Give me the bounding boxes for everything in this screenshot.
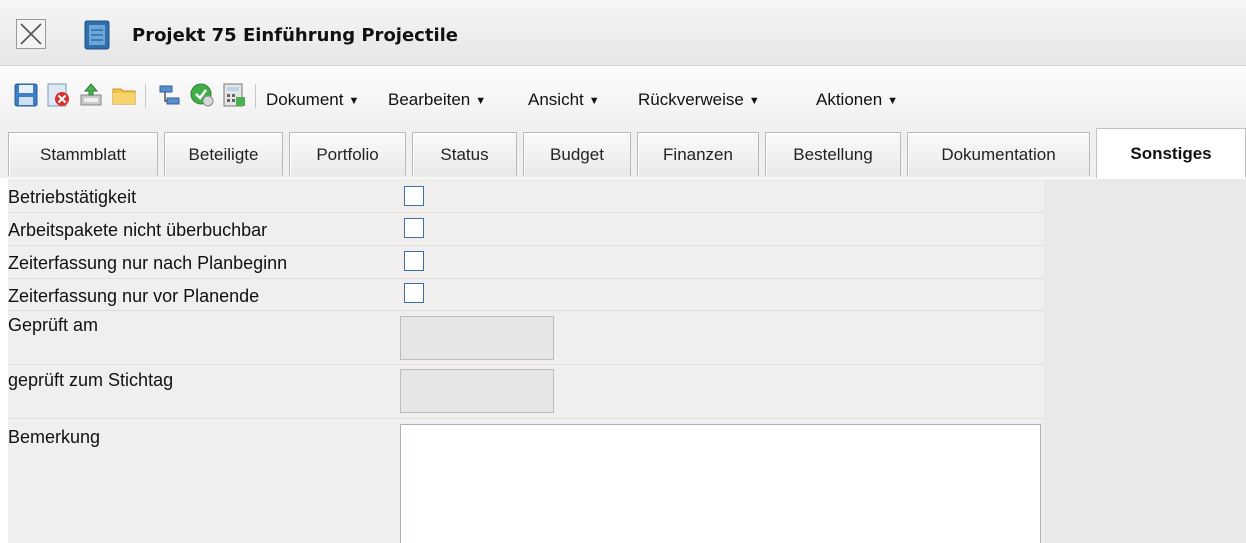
betriebstaetigkeit-label: Betriebstätigkeit: [8, 187, 137, 207]
calculator-icon[interactable]: [221, 82, 247, 108]
tab-budget[interactable]: Budget: [523, 132, 631, 176]
geprueft-am-label: Geprüft am: [8, 315, 99, 335]
chevron-down-icon: ▼: [475, 95, 487, 107]
form-row: geprüft zum Stichtag: [8, 364, 1044, 419]
tab-portfolio[interactable]: Portfolio: [289, 132, 406, 176]
form-row: Arbeitspakete nicht überbuchbar: [8, 212, 1044, 246]
menu-bearbeiten-label: Bearbeiten: [388, 90, 471, 109]
menu-rueckverweise-label: Rückverweise: [638, 90, 744, 109]
right-pane: [1044, 179, 1246, 543]
arbeitspakete-checkbox[interactable]: [404, 218, 424, 238]
hierarchy-icon[interactable]: [157, 82, 183, 108]
document-icon: [84, 20, 110, 55]
tab-finanzen[interactable]: Finanzen: [637, 132, 759, 176]
delete-icon[interactable]: [45, 82, 71, 108]
toolbar-separator: [255, 84, 256, 108]
chevron-down-icon: ▼: [348, 95, 360, 107]
tab-sonstiges[interactable]: Sonstiges: [1096, 128, 1246, 178]
menu-aktionen-label: Aktionen: [816, 90, 883, 109]
sonstiges-form: Betriebstätigkeit Arbeitspakete nicht üb…: [8, 179, 1044, 543]
check-icon[interactable]: [189, 82, 215, 108]
menu-rueckverweise[interactable]: Rückverweise ▼: [638, 90, 760, 110]
arbeitspakete-label: Arbeitspakete nicht überbuchbar: [8, 220, 268, 240]
title-bar: Projekt 75 Einführung Projectile: [0, 0, 1246, 66]
save-icon[interactable]: [13, 82, 39, 108]
menu-ansicht[interactable]: Ansicht ▼: [528, 90, 600, 110]
form-row: Zeiterfassung nur vor Planende: [8, 278, 1044, 311]
tab-bestellung[interactable]: Bestellung: [765, 132, 901, 176]
window-title: Projekt 75 Einführung Projectile: [132, 25, 459, 46]
bemerkung-label: Bemerkung: [8, 427, 101, 447]
chevron-down-icon: ▼: [748, 95, 760, 107]
close-icon[interactable]: [16, 19, 46, 49]
zeiterfassung-planbeginn-label: Zeiterfassung nur nach Planbeginn: [8, 253, 288, 273]
tab-strip: Stammblatt Beteiligte Portfolio Status B…: [0, 124, 1246, 178]
geprueft-stichtag-label: geprüft zum Stichtag: [8, 370, 174, 390]
geprueft-am-field[interactable]: [400, 316, 554, 360]
toolbar-separator: [145, 84, 146, 108]
zeiterfassung-planende-label: Zeiterfassung nur vor Planende: [8, 286, 260, 306]
tab-stammblatt[interactable]: Stammblatt: [8, 132, 158, 176]
menu-dokument[interactable]: Dokument ▼: [266, 90, 359, 110]
folder-icon[interactable]: [111, 82, 137, 108]
menu-bearbeiten[interactable]: Bearbeiten ▼: [388, 90, 486, 110]
zeiterfassung-planbeginn-checkbox[interactable]: [404, 251, 424, 271]
form-row: Geprüft am: [8, 310, 1044, 365]
form-row: Zeiterfassung nur nach Planbeginn: [8, 245, 1044, 279]
tab-dokumentation[interactable]: Dokumentation: [907, 132, 1090, 176]
menu-aktionen[interactable]: Aktionen ▼: [816, 90, 898, 110]
tab-status[interactable]: Status: [412, 132, 517, 176]
betriebstaetigkeit-checkbox[interactable]: [404, 186, 424, 206]
geprueft-stichtag-field[interactable]: [400, 369, 554, 413]
export-icon[interactable]: [78, 82, 104, 108]
form-row: Betriebstätigkeit: [8, 179, 1044, 213]
chevron-down-icon: ▼: [588, 95, 600, 107]
menu-dokument-label: Dokument: [266, 90, 344, 109]
tab-beteiligte[interactable]: Beteiligte: [164, 132, 283, 176]
left-margin: [0, 179, 8, 543]
chevron-down-icon: ▼: [887, 95, 899, 107]
menu-ansicht-label: Ansicht: [528, 90, 584, 109]
toolbar: Dokument ▼ Bearbeiten ▼ Ansicht ▼ Rückverwe…: [0, 66, 1246, 124]
zeiterfassung-planende-checkbox[interactable]: [404, 283, 424, 303]
bemerkung-textarea[interactable]: [400, 424, 1041, 543]
